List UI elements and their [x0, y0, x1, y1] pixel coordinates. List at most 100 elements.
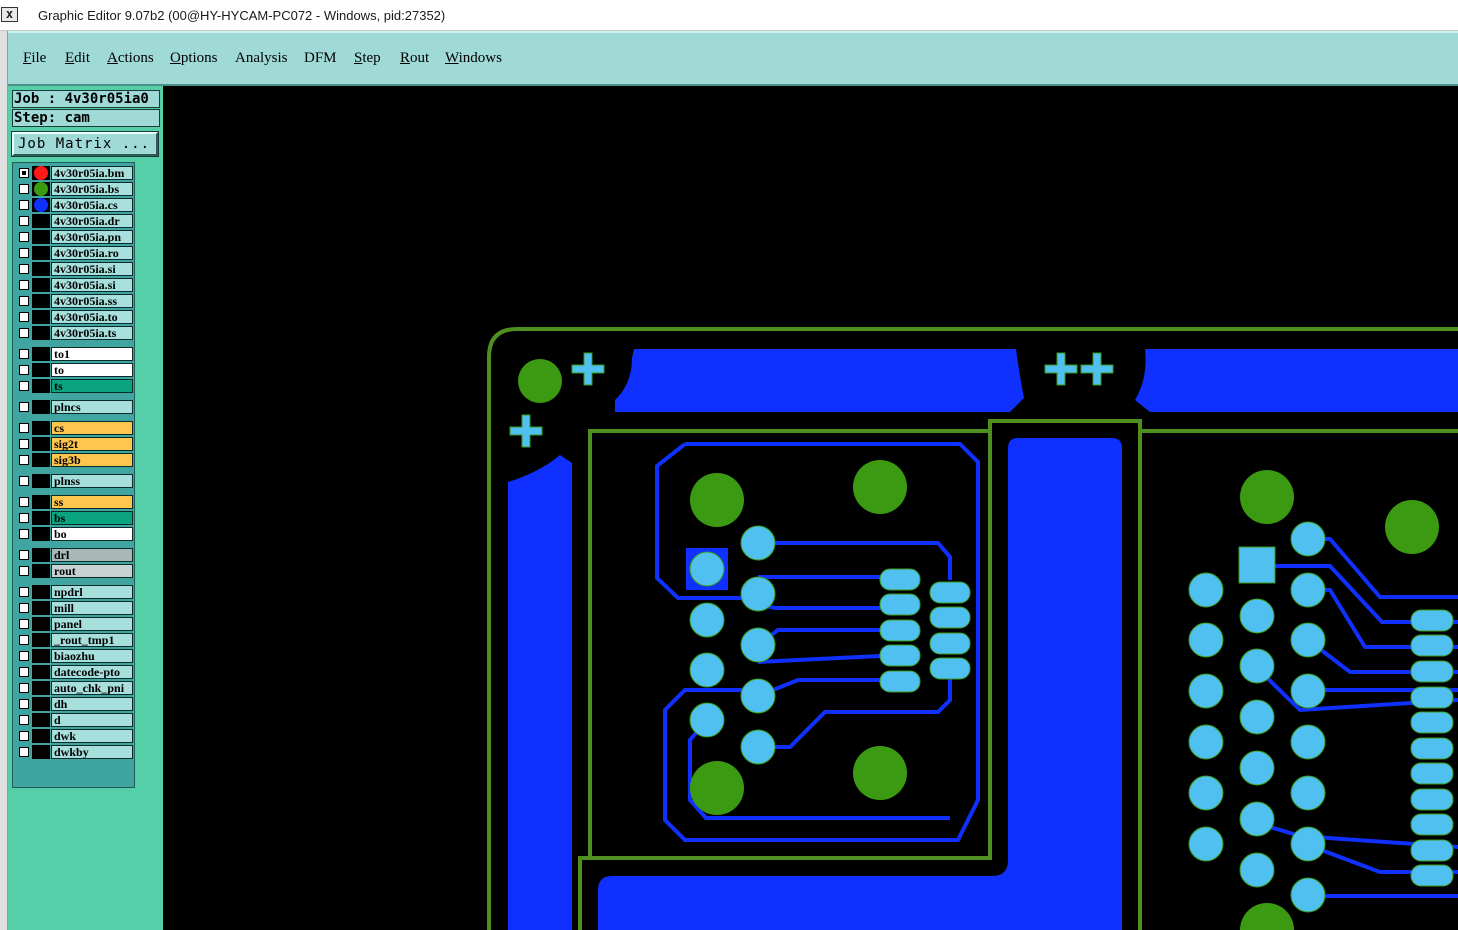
layer-checkbox[interactable] [19, 715, 29, 725]
layer-color-swatch[interactable] [32, 548, 50, 562]
layer-row[interactable]: d [16, 713, 133, 727]
layer-color-swatch[interactable] [32, 713, 50, 727]
layer-row[interactable]: sig3b [16, 453, 133, 467]
layer-color-swatch[interactable] [32, 400, 50, 414]
layer-row[interactable]: npdrl [16, 585, 133, 599]
menu-edit[interactable]: Edit [65, 50, 90, 67]
layer-name[interactable]: 4v30r05ia.bm [51, 166, 133, 180]
layer-name[interactable]: 4v30r05ia.ts [51, 326, 133, 340]
layer-name[interactable]: auto_chk_pni [51, 681, 133, 695]
layer-row[interactable]: 4v30r05ia.pn [16, 230, 133, 244]
layer-row[interactable]: plncs [16, 400, 133, 414]
layer-color-swatch[interactable] [32, 437, 50, 451]
layer-name[interactable]: sig3b [51, 453, 133, 467]
layer-row[interactable]: _rout_tmp1 [16, 633, 133, 647]
layer-name[interactable]: datecode-pto [51, 665, 133, 679]
layer-name[interactable]: cs [51, 421, 133, 435]
layer-row[interactable]: bs [16, 511, 133, 525]
layer-row[interactable]: 4v30r05ia.cs [16, 198, 133, 212]
layer-row[interactable]: 4v30r05ia.ss [16, 294, 133, 308]
layer-checkbox[interactable] [19, 497, 29, 507]
layer-name[interactable]: 4v30r05ia.to [51, 310, 133, 324]
layer-name[interactable]: plncs [51, 400, 133, 414]
layer-row[interactable]: panel [16, 617, 133, 631]
layer-checkbox[interactable] [19, 200, 29, 210]
layer-color-swatch[interactable] [32, 681, 50, 695]
layer-row[interactable]: dwkby [16, 745, 133, 759]
layer-row[interactable]: ts [16, 379, 133, 393]
layer-name[interactable]: drl [51, 548, 133, 562]
layer-row[interactable]: 4v30r05ia.ro [16, 246, 133, 260]
layer-color-swatch[interactable] [32, 495, 50, 509]
layer-color-swatch[interactable] [32, 363, 50, 377]
layer-color-swatch[interactable] [32, 617, 50, 631]
layer-name[interactable]: 4v30r05ia.ro [51, 246, 133, 260]
layer-color-swatch[interactable] [32, 347, 50, 361]
layer-name[interactable]: 4v30r05ia.pn [51, 230, 133, 244]
layer-color-swatch[interactable] [32, 453, 50, 467]
layer-name[interactable]: dh [51, 697, 133, 711]
layer-row[interactable]: 4v30r05ia.si [16, 262, 133, 276]
layer-color-swatch[interactable] [32, 665, 50, 679]
layer-row[interactable]: auto_chk_pni [16, 681, 133, 695]
layer-checkbox[interactable] [19, 550, 29, 560]
layer-checkbox[interactable] [19, 619, 29, 629]
layer-checkbox[interactable] [19, 651, 29, 661]
layer-row[interactable]: mill [16, 601, 133, 615]
layer-checkbox[interactable] [19, 216, 29, 226]
layer-color-swatch[interactable] [32, 198, 50, 212]
layer-row[interactable]: dh [16, 697, 133, 711]
layer-row[interactable]: sig2t [16, 437, 133, 451]
layer-color-swatch[interactable] [32, 745, 50, 759]
layer-checkbox[interactable] [19, 381, 29, 391]
layer-color-swatch[interactable] [32, 633, 50, 647]
layer-row[interactable]: 4v30r05ia.si [16, 278, 133, 292]
layer-checkbox[interactable] [19, 566, 29, 576]
layer-checkbox[interactable] [19, 312, 29, 322]
layer-name[interactable]: 4v30r05ia.ss [51, 294, 133, 308]
layer-checkbox[interactable] [19, 280, 29, 290]
layer-color-swatch[interactable] [32, 511, 50, 525]
layer-name[interactable]: bs [51, 511, 133, 525]
layer-name[interactable]: 4v30r05ia.bs [51, 182, 133, 196]
layer-checkbox[interactable] [19, 423, 29, 433]
layer-name[interactable]: panel [51, 617, 133, 631]
layer-row[interactable]: rout [16, 564, 133, 578]
layer-checkbox[interactable] [19, 513, 29, 523]
layer-row[interactable]: to [16, 363, 133, 377]
layer-color-swatch[interactable] [32, 474, 50, 488]
layer-name[interactable]: _rout_tmp1 [51, 633, 133, 647]
layer-checkbox[interactable] [19, 731, 29, 741]
menu-dfm[interactable]: DFM [304, 50, 337, 67]
layer-name[interactable]: dwkby [51, 745, 133, 759]
layer-color-swatch[interactable] [32, 230, 50, 244]
layer-row[interactable]: to1 [16, 347, 133, 361]
job-matrix-button[interactable]: Job Matrix ... [12, 132, 158, 156]
layer-checkbox[interactable] [19, 603, 29, 613]
layer-color-swatch[interactable] [32, 585, 50, 599]
menu-analysis[interactable]: Analysis [235, 50, 288, 67]
layer-checkbox[interactable] [19, 184, 29, 194]
layer-row[interactable]: biaozhu [16, 649, 133, 663]
layer-name[interactable]: bo [51, 527, 133, 541]
layer-row[interactable]: drl [16, 548, 133, 562]
layer-color-swatch[interactable] [32, 421, 50, 435]
layer-checkbox[interactable] [19, 529, 29, 539]
layer-checkbox[interactable] [19, 232, 29, 242]
layer-checkbox[interactable] [19, 248, 29, 258]
layer-name[interactable]: biaozhu [51, 649, 133, 663]
layer-name[interactable]: npdrl [51, 585, 133, 599]
layer-color-swatch[interactable] [32, 262, 50, 276]
layer-name[interactable]: ts [51, 379, 133, 393]
layer-row[interactable]: 4v30r05ia.bm [16, 166, 133, 180]
layer-checkbox[interactable] [19, 667, 29, 677]
layer-name[interactable]: ss [51, 495, 133, 509]
layer-name[interactable]: dwk [51, 729, 133, 743]
layer-checkbox[interactable] [19, 365, 29, 375]
layer-row[interactable]: bo [16, 527, 133, 541]
layer-color-swatch[interactable] [32, 246, 50, 260]
layer-row[interactable]: ss [16, 495, 133, 509]
layer-checkbox[interactable] [19, 328, 29, 338]
layer-checkbox[interactable] [19, 699, 29, 709]
layer-color-swatch[interactable] [32, 649, 50, 663]
